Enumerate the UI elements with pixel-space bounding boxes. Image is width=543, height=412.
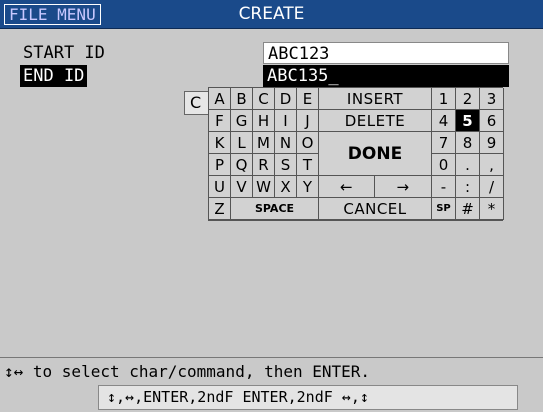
key-4[interactable]: 4: [432, 110, 456, 132]
key-v[interactable]: V: [231, 176, 253, 198]
key-5[interactable]: 5: [456, 110, 480, 132]
key-colon[interactable]: :: [456, 176, 480, 198]
key-c[interactable]: C: [253, 88, 275, 110]
key-slash[interactable]: /: [480, 176, 504, 198]
key-2[interactable]: 2: [456, 88, 480, 110]
key-u[interactable]: U: [209, 176, 231, 198]
key-t[interactable]: T: [297, 154, 319, 176]
navigation-hint: ↕,↔,ENTER,2ndF ENTER,2ndF ↔,↕: [98, 385, 518, 410]
key-asterisk[interactable]: *: [480, 198, 504, 220]
start-id-field[interactable]: ABC123: [263, 42, 509, 64]
title-bar: FILE MENU CREATE: [0, 0, 543, 29]
key-g[interactable]: G: [231, 110, 253, 132]
cancel-key[interactable]: CANCEL: [319, 198, 432, 220]
space-key[interactable]: SPACE: [231, 198, 319, 220]
screen-title: CREATE: [238, 4, 305, 24]
key-a[interactable]: A: [209, 88, 231, 110]
key-f[interactable]: F: [209, 110, 231, 132]
key-0[interactable]: 0: [432, 154, 456, 176]
key-d[interactable]: D: [275, 88, 297, 110]
start-id-label: START ID: [23, 43, 105, 63]
end-id-field[interactable]: ABC135_: [263, 65, 509, 87]
key-r[interactable]: R: [253, 154, 275, 176]
key-z[interactable]: Z: [209, 198, 231, 220]
key-k[interactable]: K: [209, 132, 231, 154]
key-h[interactable]: H: [253, 110, 275, 132]
right-arrow-key[interactable]: →: [375, 176, 432, 198]
key-period[interactable]: .: [456, 154, 480, 176]
key-n[interactable]: N: [275, 132, 297, 154]
key-s[interactable]: S: [275, 154, 297, 176]
left-arrow-key[interactable]: ←: [319, 176, 375, 198]
key-y[interactable]: Y: [297, 176, 319, 198]
key-8[interactable]: 8: [456, 132, 480, 154]
key-b[interactable]: B: [231, 88, 253, 110]
key-p[interactable]: P: [209, 154, 231, 176]
key-6[interactable]: 6: [480, 110, 504, 132]
key-i[interactable]: I: [275, 110, 297, 132]
key-e[interactable]: E: [297, 88, 319, 110]
help-text: ↕↔ to select char/command, then ENTER.: [0, 357, 543, 384]
key-minus[interactable]: -: [432, 176, 456, 198]
key-1[interactable]: 1: [432, 88, 456, 110]
key-7[interactable]: 7: [432, 132, 456, 154]
insert-key[interactable]: INSERT: [319, 88, 432, 110]
key-l[interactable]: L: [231, 132, 253, 154]
done-key[interactable]: DONE: [319, 132, 432, 176]
key-9[interactable]: 9: [480, 132, 504, 154]
key-x[interactable]: X: [275, 176, 297, 198]
key-w[interactable]: W: [253, 176, 275, 198]
key-q[interactable]: Q: [231, 154, 253, 176]
key-m[interactable]: M: [253, 132, 275, 154]
key-hash[interactable]: #: [456, 198, 480, 220]
virtual-keyboard: A B C D E F G H I J K L M N O P Q R S T U V W X Y Z SPACE INSERT DEL…: [208, 87, 504, 221]
key-sp[interactable]: SP: [432, 198, 456, 220]
key-o[interactable]: O: [297, 132, 319, 154]
key-comma[interactable]: ,: [480, 154, 504, 176]
key-3[interactable]: 3: [480, 88, 504, 110]
delete-key[interactable]: DELETE: [319, 110, 432, 132]
key-j[interactable]: J: [297, 110, 319, 132]
end-id-label: END ID: [20, 65, 88, 87]
